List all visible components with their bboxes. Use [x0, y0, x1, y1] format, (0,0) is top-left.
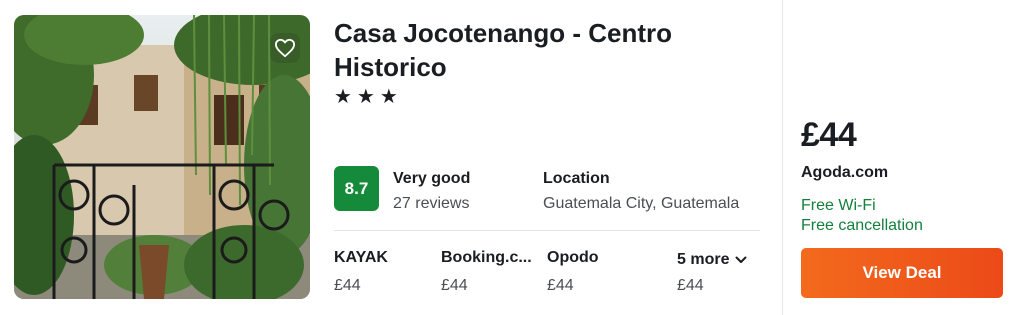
deal-price: £44	[801, 116, 857, 154]
provider-name: KAYAK	[334, 249, 388, 266]
provider-price: £44	[334, 277, 361, 294]
review-score-badge: 8.7	[334, 166, 379, 211]
feature-free-cancellation: Free cancellation	[801, 217, 923, 234]
courtyard-photo-image	[14, 15, 310, 299]
column-divider	[782, 0, 783, 315]
chevron-down-icon	[735, 256, 747, 263]
more-providers-price: £44	[677, 277, 704, 294]
provider-booking[interactable]: Booking.c... £44	[441, 249, 532, 295]
provider-price: £44	[441, 277, 468, 294]
review-count[interactable]: 27 reviews	[393, 195, 469, 213]
provider-price: £44	[547, 277, 574, 294]
view-deal-button[interactable]: View Deal	[801, 248, 1003, 298]
hotel-result-card[interactable]: Casa Jocotenango - Centro Historico ★★★ …	[0, 0, 1024, 315]
hotel-name[interactable]: Casa Jocotenango - Centro Historico	[334, 16, 754, 84]
more-providers-label: 5 more	[677, 251, 730, 268]
deal-site: Agoda.com	[801, 164, 889, 181]
provider-opodo[interactable]: Opodo £44	[547, 249, 599, 295]
hotel-photo[interactable]	[14, 15, 310, 299]
provider-kayak[interactable]: KAYAK £44	[334, 249, 388, 295]
rating-label: Very good	[393, 170, 471, 187]
favorite-button[interactable]	[270, 33, 300, 63]
provider-name: Opodo	[547, 249, 599, 266]
location-label: Location	[543, 170, 610, 187]
hotel-star-rating: ★★★	[334, 84, 403, 108]
provider-name: Booking.c...	[441, 249, 532, 266]
more-providers-button[interactable]: 5 more	[677, 251, 747, 269]
section-divider	[334, 230, 760, 231]
heart-outline-icon	[274, 38, 295, 58]
feature-free-wifi: Free Wi-Fi	[801, 197, 876, 214]
location-value: Guatemala City, Guatemala	[543, 195, 740, 212]
